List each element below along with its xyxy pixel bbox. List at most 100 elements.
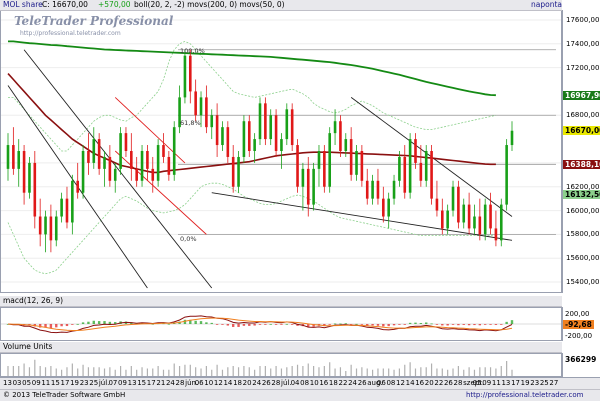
candle-body <box>103 156 106 169</box>
volume-bar <box>506 361 508 376</box>
time-tick-label: 27 <box>549 379 559 387</box>
time-tick-label: 12 <box>396 379 405 387</box>
volume-bar <box>211 369 213 376</box>
candle-body <box>430 151 433 199</box>
price-value-tag: 16967,90 <box>563 90 600 100</box>
volume-bar <box>55 368 57 376</box>
volume-bar <box>28 367 31 376</box>
time-tick-label: 22 <box>434 379 444 387</box>
time-tick-label: 11 <box>41 379 51 387</box>
symbol-label: MOL share <box>3 0 43 9</box>
time-tick-label: 13 <box>127 379 137 387</box>
macd-histogram-bar <box>489 324 492 325</box>
candle-body <box>435 198 439 211</box>
candle-body <box>60 198 63 217</box>
footer-url[interactable]: http://professional.teletrader.com <box>466 391 583 400</box>
candle-body <box>237 156 240 187</box>
macd-histogram-bar <box>65 324 69 327</box>
time-tick-label: 08 <box>386 379 396 387</box>
macd-histogram-bar <box>457 324 460 326</box>
volume-bar <box>489 367 492 376</box>
volume-bar <box>463 369 465 376</box>
volume-bar <box>18 366 20 376</box>
macd-tick-200: 200,00 <box>565 310 590 318</box>
volume-bar <box>61 369 63 376</box>
volume-bar <box>232 366 234 376</box>
volume-bar <box>146 368 149 376</box>
candle-body <box>419 162 423 181</box>
time-tick-label: 25 <box>539 379 549 387</box>
macd-histogram-bar <box>237 324 240 327</box>
time-tick-label: 05 <box>22 379 32 387</box>
volume-bar <box>473 369 476 376</box>
macd-histogram-bar <box>371 324 374 326</box>
time-tick-label: 14 <box>223 379 233 387</box>
bollinger-lower-band <box>7 182 496 275</box>
candle-body <box>339 121 342 151</box>
volume-bar <box>87 367 90 376</box>
volume-bar <box>318 367 320 376</box>
macd-histogram-bar <box>199 321 203 324</box>
macd-histogram-bar <box>387 324 390 327</box>
volume-bar <box>173 363 175 376</box>
candle-body <box>221 127 224 146</box>
volume-bar <box>162 369 165 376</box>
candle-body <box>97 139 101 169</box>
time-tick-label: 26 <box>357 379 367 387</box>
period-label[interactable]: naponta <box>531 0 562 10</box>
macd-histogram-bar <box>366 324 369 326</box>
candle-body <box>12 145 15 169</box>
volume-bar <box>195 367 197 376</box>
candle-body <box>371 180 374 199</box>
candle-body <box>183 55 187 98</box>
volume-bar <box>200 368 202 376</box>
candle-body <box>312 168 315 205</box>
volume-bar <box>286 367 288 376</box>
volume-bar <box>248 367 250 376</box>
time-axis: 13 03 05 09 11 15 17 19 23 25 júl. 07 09 13 15 17 21 24 28… <box>0 377 600 389</box>
volume-bar <box>393 369 395 376</box>
candle-body <box>387 198 390 217</box>
candle-body <box>162 145 165 157</box>
macd-histogram-bar <box>226 324 230 326</box>
volume-bar <box>361 367 363 376</box>
price-tick-label: 16800,00 <box>566 111 600 120</box>
macd-histogram-bar <box>92 320 95 324</box>
macd-histogram-bar <box>280 324 283 325</box>
candle-body <box>130 151 133 169</box>
volume-bar <box>366 368 368 376</box>
candle-body <box>489 204 492 229</box>
volume-bar <box>227 367 229 376</box>
candle-body <box>494 228 498 241</box>
volume-bar <box>420 367 422 376</box>
time-tick-label: 09 <box>118 379 127 387</box>
macd-histogram-bar <box>382 324 385 327</box>
volume-bar <box>275 366 277 376</box>
fib-label-618: 61,8% <box>180 119 201 127</box>
time-tick-label: 09 <box>482 379 492 387</box>
time-tick-label: 26 <box>261 379 271 387</box>
price-tick-label: 15800,00 <box>566 230 600 239</box>
volume-bar <box>77 368 79 376</box>
volume-bar <box>280 368 283 376</box>
fib-label-100: 100,0% <box>180 47 205 55</box>
time-tick-label: 18 <box>233 379 242 387</box>
macd-histogram-bar <box>376 324 380 326</box>
time-tick-label: 15 <box>137 379 147 387</box>
time-tick-label: 20 <box>242 379 252 387</box>
macd-histogram-bar <box>49 324 53 328</box>
candle-body <box>188 55 192 92</box>
change-label: +570,00 <box>98 0 131 9</box>
macd-histogram-bar <box>205 322 208 324</box>
candle-body <box>92 139 96 163</box>
time-tick-label: 04 <box>290 379 300 387</box>
candle-body <box>280 139 283 151</box>
macd-histogram-bar <box>55 324 58 328</box>
candle-body <box>119 133 122 169</box>
macd-histogram-bar <box>285 323 289 325</box>
candle-body <box>274 115 278 151</box>
volume-bar <box>447 369 449 376</box>
volume-bar <box>109 367 111 376</box>
candle-body <box>151 168 155 181</box>
volume-bar <box>334 368 336 376</box>
